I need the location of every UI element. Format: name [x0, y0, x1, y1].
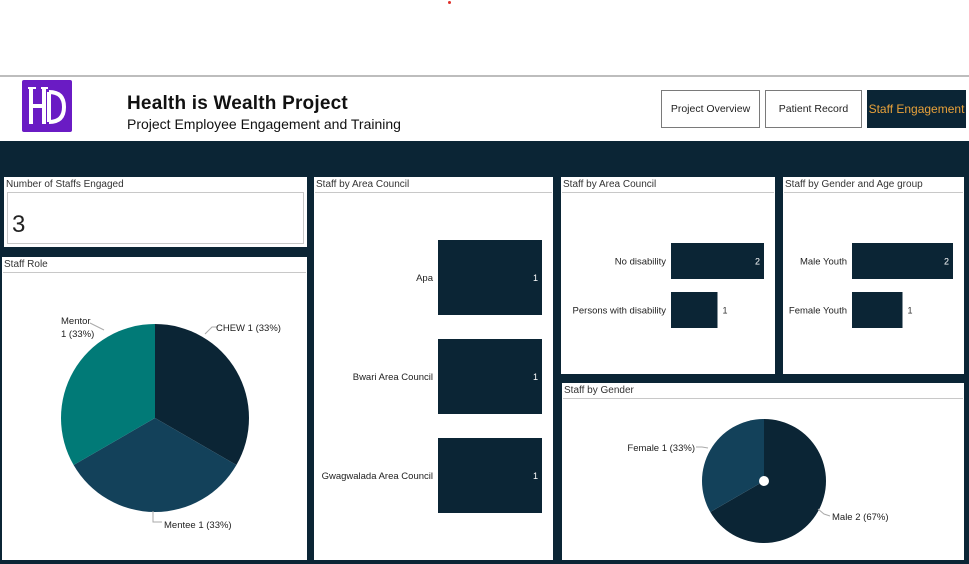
leader-line — [696, 446, 709, 449]
data-label: 1 — [533, 372, 538, 382]
slice-label-mentee: Mentee 1 (33%) — [164, 520, 232, 531]
pie-center-dot — [759, 476, 769, 486]
kpi-box — [7, 192, 304, 244]
category-label: Persons with disability — [573, 306, 667, 317]
slice-label-mentor: Mentor — [61, 316, 91, 327]
page-subtitle: Project Employee Engagement and Training — [127, 116, 401, 132]
red-dot-marker — [448, 1, 451, 4]
staff-by-gender-age-bar-chart: Male Youth 2 Female Youth 1 — [789, 243, 953, 328]
data-label: 1 — [533, 471, 538, 481]
data-label: 1 — [723, 306, 728, 316]
staff-role-pie-chart: CHEW 1 (33%) Mentee 1 (33%) Mentor 1 (33%) — [60, 316, 281, 531]
data-label: 1 — [908, 306, 913, 316]
category-label: Bwari Area Council — [353, 372, 433, 383]
staff-by-gender-pie-chart: Female 1 (33%) Male 2 (67%) — [627, 419, 889, 543]
leader-line — [817, 508, 831, 517]
category-label: Male Youth — [800, 257, 847, 268]
kpi-title: Number of Staffs Engaged — [6, 179, 124, 190]
nav-staff-engagement-button[interactable]: Staff Engagement — [867, 90, 966, 128]
page-title: Health is Wealth Project — [127, 93, 348, 114]
kpi-card: Number of Staffs Engaged 3 — [4, 177, 307, 247]
nav-project-overview-button[interactable]: Project Overview — [661, 90, 760, 128]
bar-no-disability — [671, 243, 764, 279]
staff-by-disability-card: Staff by Area Council No disability 2 Pers… — [561, 177, 775, 374]
hw-monogram-logo — [22, 80, 72, 132]
data-label: 2 — [944, 257, 949, 267]
staff-by-disability-bar-chart: No disability 2 Persons with disability 1 — [573, 243, 764, 328]
slice-label-male: Male 2 (67%) — [832, 512, 889, 523]
data-label: 1 — [533, 273, 538, 283]
bar-bwari-area-council — [438, 339, 542, 414]
staff-by-area-council-bar-chart: Apa 1 Bwari Area Council 1 Gwagwalada Area C… — [322, 240, 542, 513]
staff-by-gender-age-card: Staff by Gender and Age group Male Youth… — [783, 177, 964, 374]
slice-label-female: Female 1 (33%) — [627, 443, 695, 454]
leader-line — [152, 511, 162, 523]
bar-persons-with-disability — [671, 292, 718, 328]
slice-label-mentor-value: 1 (33%) — [61, 329, 94, 340]
staff-role-card: Staff Role CHEW 1 (33%) Mentee 1 (33%) Men… — [2, 257, 307, 560]
bar-gwagwalada-area-council — [438, 438, 542, 513]
bar-male-youth — [852, 243, 953, 279]
kpi-value: 3 — [12, 211, 26, 238]
report-header: Health is Wealth Project Project Employe… — [0, 77, 969, 141]
category-label: No disability — [615, 257, 666, 268]
staff-by-gender-card: Staff by Gender Female 1 (33%) Male 2 (67… — [562, 383, 964, 560]
slice-label-chew: CHEW 1 (33%) — [216, 323, 281, 334]
nav-patient-record-button[interactable]: Patient Record — [765, 90, 862, 128]
logo-mark-icon — [28, 87, 67, 124]
category-label: Female Youth — [789, 306, 847, 317]
staff-by-area-council-card: Staff by Area Council Apa 1 Bwari Area Cou… — [314, 177, 553, 560]
category-label: Gwagwalada Area Council — [322, 471, 433, 482]
category-label: Apa — [416, 273, 434, 284]
bar-female-youth — [852, 292, 903, 328]
bar-apa — [438, 240, 542, 315]
data-label: 2 — [755, 257, 760, 267]
